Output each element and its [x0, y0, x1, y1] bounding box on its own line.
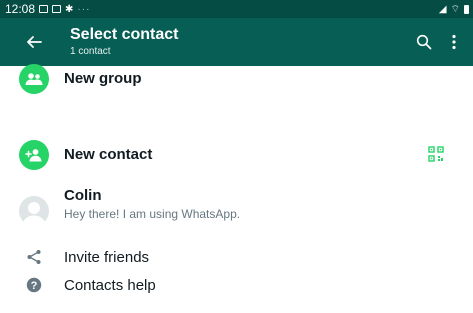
more-options-button[interactable] — [446, 30, 462, 54]
invite-friends-row[interactable]: Invite friends — [0, 246, 473, 268]
more-vert-icon — [452, 34, 456, 50]
new-contact-avatar — [19, 140, 49, 170]
page-title: Select contact — [70, 26, 179, 43]
qr-code-button[interactable] — [428, 146, 446, 164]
contact-count: 1 contact — [70, 46, 111, 57]
new-group-label: New group — [64, 70, 142, 87]
new-group-avatar — [19, 64, 49, 94]
search-button[interactable] — [412, 30, 436, 54]
contact-status: Hey there! I am using WhatsApp. — [64, 207, 241, 221]
status-left: 12:08 ✱ ··· — [5, 2, 90, 16]
contacts-help-row[interactable]: ? Contacts help — [0, 274, 473, 296]
battery-icon — [464, 4, 469, 14]
search-icon — [416, 34, 432, 50]
help-icon-wrap: ? — [23, 274, 45, 296]
help-icon: ? — [26, 277, 42, 293]
new-contact-label: New contact — [64, 146, 153, 163]
status-bar: 12:08 ✱ ··· ◢ ⌔ — [0, 0, 473, 18]
back-button[interactable] — [22, 30, 46, 54]
app-bar: Select contact 1 contact — [0, 18, 473, 66]
new-group-row[interactable]: New group — [0, 64, 473, 94]
group-icon — [25, 73, 43, 85]
status-right: ◢ ⌔ — [439, 3, 469, 16]
invite-friends-label: Invite friends — [64, 249, 150, 266]
contacts-help-label: Contacts help — [64, 277, 156, 294]
qr-code-icon — [428, 146, 444, 162]
title-block: Select contact 1 contact — [70, 25, 178, 59]
contact-name: Colin — [64, 187, 102, 204]
new-contact-row[interactable]: New contact — [0, 140, 473, 170]
app-notification-icon: ✱ — [65, 3, 74, 15]
share-icon — [27, 250, 41, 264]
add-person-icon — [25, 149, 42, 162]
arrow-back-icon — [27, 36, 42, 48]
share-icon-wrap — [23, 246, 45, 268]
contact-row[interactable]: Colin Hey there! I am using WhatsApp. — [0, 186, 473, 226]
media-notification-icon — [52, 5, 62, 13]
avatar — [19, 196, 49, 226]
svg-text:?: ? — [31, 280, 38, 292]
wifi-icon: ⌔ — [450, 3, 460, 15]
status-time: 12:08 — [5, 2, 36, 16]
signal-icon: ◢ — [438, 3, 447, 15]
gallery-notification-icon — [39, 5, 49, 13]
more-notifications: ··· — [77, 3, 91, 15]
default-avatar-icon — [22, 202, 46, 226]
